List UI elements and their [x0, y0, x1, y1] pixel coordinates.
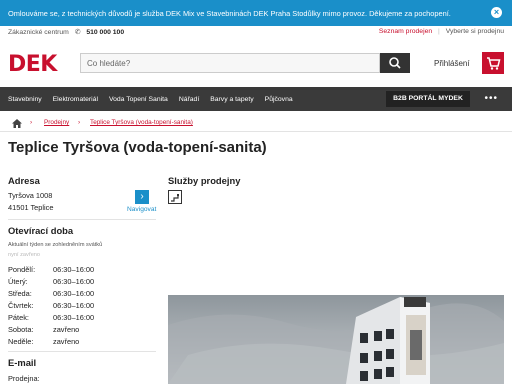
hours-time: zavřeno [53, 337, 80, 346]
hours-day: Čtvrtek: [8, 301, 34, 310]
hours-time: 06:30–16:00 [53, 277, 95, 286]
nav-item-elektromaterial[interactable]: Elektromateriál [53, 96, 98, 103]
breadcrumb-item-current[interactable]: Teplice Tyršova (voda-topení-sanita) [90, 119, 193, 126]
hours-time: 06:30–16:00 [53, 265, 95, 274]
home-icon[interactable] [12, 119, 22, 128]
divider [8, 351, 156, 352]
breadcrumb: › Prodejny › Teplice Tyršova (voda-topen… [0, 115, 512, 132]
divider: | [438, 28, 440, 35]
hours-time: zavřeno [53, 325, 80, 334]
hours-time: 06:30–16:00 [53, 289, 95, 298]
email-heading: E-mail [8, 357, 37, 368]
hours-row: Středa: 06:30–16:00 [8, 289, 118, 301]
b2b-portal-button[interactable]: B2B PORTÁL MYDEK [386, 91, 470, 107]
hours-row: Čtvrtek: 06:30–16:00 [8, 301, 118, 313]
address-heading: Adresa [8, 175, 40, 186]
main-nav: Stavebniny Elektromateriál Voda Topení S… [0, 87, 512, 111]
search-icon [389, 57, 401, 69]
phone-icon: ✆ [74, 29, 81, 36]
hours-day: Sobota: [8, 325, 34, 334]
hours-time: 06:30–16:00 [53, 313, 95, 322]
plumbing-icon [171, 194, 179, 202]
hours-day: Neděle: [8, 337, 34, 346]
store-photo [168, 295, 504, 384]
more-menu-icon[interactable]: ••• [484, 93, 498, 104]
hours-day: Pátek: [8, 313, 29, 322]
store-list-link[interactable]: Seznam prodejen [379, 28, 432, 35]
chevron-right-icon: › [78, 119, 81, 126]
nav-item-barvy-tapety[interactable]: Barvy a tapety [210, 96, 253, 103]
service-icon [168, 190, 182, 204]
phone-number[interactable]: 510 000 100 [86, 29, 124, 36]
banner-text: Omlouváme se, z technických důvodů je sl… [8, 8, 451, 18]
hours-row: Neděle: zavřeno [8, 337, 118, 349]
search-input[interactable]: Co hledáte? [80, 53, 380, 73]
navigate-button[interactable]: › [135, 190, 149, 204]
search-button[interactable] [380, 53, 410, 73]
hours-row: Pondělí: 06:30–16:00 [8, 265, 118, 277]
nav-item-stavebniny[interactable]: Stavebniny [8, 96, 42, 103]
arrow-right-icon: › [140, 191, 144, 202]
header: DEK Co hledáte? Přihlášení [0, 44, 512, 84]
login-link[interactable]: Přihlášení [434, 59, 470, 68]
address-city: 41501 Teplice [8, 203, 54, 212]
hours-time: 06:30–16:00 [53, 301, 95, 310]
close-icon[interactable]: × [491, 7, 502, 18]
customer-center-label: Zákaznické centrum [8, 29, 69, 36]
hours-row: Sobota: zavřeno [8, 325, 118, 337]
pick-store-link[interactable]: Vyberte si prodejnu [446, 28, 504, 35]
logo[interactable]: DEK [8, 52, 57, 77]
hours-note: Aktuální týden se zohledněním svátků [8, 242, 103, 248]
hours-row: Pátek: 06:30–16:00 [8, 313, 118, 325]
info-banner: Omlouváme se, z technických důvodů je sl… [0, 0, 512, 26]
breadcrumb-item-prodejny[interactable]: Prodejny [44, 119, 69, 126]
top-bar: Zákaznické centrum ✆ 510 000 100 Seznam … [0, 26, 512, 40]
divider [8, 219, 156, 220]
services-heading: Služby prodejny [168, 175, 241, 186]
nav-item-naradi[interactable]: Nářadí [179, 96, 199, 103]
nav-item-pujcovna[interactable]: Půjčovna [265, 96, 293, 103]
email-store-label: Prodejna: [8, 374, 40, 383]
navigate-label[interactable]: Navigovat [127, 206, 156, 213]
store-building-image [168, 295, 504, 384]
nav-item-voda-topeni-sanita[interactable]: Voda Topení Sanita [109, 96, 168, 103]
status-now: nyní zavřeno [8, 252, 41, 258]
hours-heading: Otevírací doba [8, 225, 74, 236]
hours-row: Úterý: 06:30–16:00 [8, 277, 118, 289]
chevron-right-icon: › [30, 119, 33, 126]
cart-icon [487, 57, 501, 70]
address-street: Tyršova 1008 [8, 191, 53, 200]
hours-day: Pondělí: [8, 265, 36, 274]
cart-button[interactable] [482, 52, 504, 74]
page-title: Teplice Tyršova (voda-topení-sanita) [8, 139, 267, 156]
customer-center: Zákaznické centrum ✆ 510 000 100 [8, 28, 124, 36]
hours-day: Úterý: [8, 277, 28, 286]
hours-day: Středa: [8, 289, 32, 298]
